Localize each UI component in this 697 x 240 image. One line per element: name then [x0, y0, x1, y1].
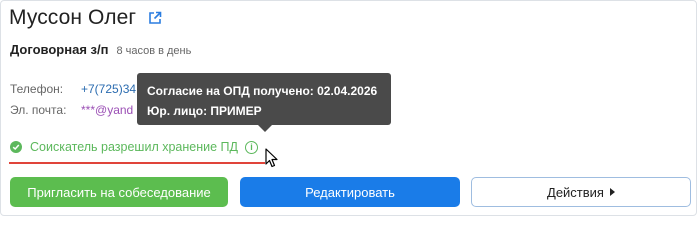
email-row: Эл. почта: ***@yand: [10, 103, 133, 117]
invite-button-label: Пригласить на собеседование: [27, 184, 211, 200]
consent-tooltip: Согласие на ОПД получено: 02.04.2026 Юр.…: [137, 73, 391, 125]
consent-status: Соискатель разрешил хранение ПД i: [10, 140, 258, 154]
work-hours: 8 часов в день: [116, 45, 192, 57]
candidate-name: Муссон Олег: [9, 6, 137, 29]
highlight-underline: [9, 162, 265, 164]
actions-dropdown-button[interactable]: Действия: [471, 177, 691, 207]
candidate-card: Муссон Олег Договорная з/п 8 часов в ден…: [0, 0, 697, 216]
tooltip-consent-date: Согласие на ОПД получено: 02.04.2026: [147, 84, 378, 98]
contract-type: Договорная з/п: [10, 42, 109, 57]
contract-row: Договорная з/п 8 часов в день: [10, 42, 191, 57]
edit-button-label: Редактировать: [305, 184, 395, 200]
phone-value[interactable]: +7(725)34: [81, 82, 136, 96]
external-link-icon[interactable]: [148, 11, 162, 25]
info-icon[interactable]: i: [244, 140, 258, 154]
email-label: Эл. почта:: [10, 103, 67, 117]
name-row: Муссон Олег: [9, 6, 162, 30]
tooltip-legal-entity: Юр. лицо: ПРИМЕР: [147, 104, 262, 118]
actions-button-label: Действия: [547, 184, 604, 200]
check-circle-icon: [10, 141, 22, 153]
email-value[interactable]: ***@yand: [81, 103, 133, 117]
consent-text: Соискатель разрешил хранение ПД: [30, 140, 238, 154]
mouse-cursor-icon: [265, 148, 278, 168]
invite-interview-button[interactable]: Пригласить на собеседование: [10, 177, 228, 207]
phone-label: Телефон:: [10, 82, 64, 96]
tooltip-arrow: [258, 125, 272, 132]
phone-row: Телефон: +7(725)34: [10, 82, 136, 96]
edit-button[interactable]: Редактировать: [240, 177, 460, 207]
caret-right-icon: [609, 188, 615, 196]
